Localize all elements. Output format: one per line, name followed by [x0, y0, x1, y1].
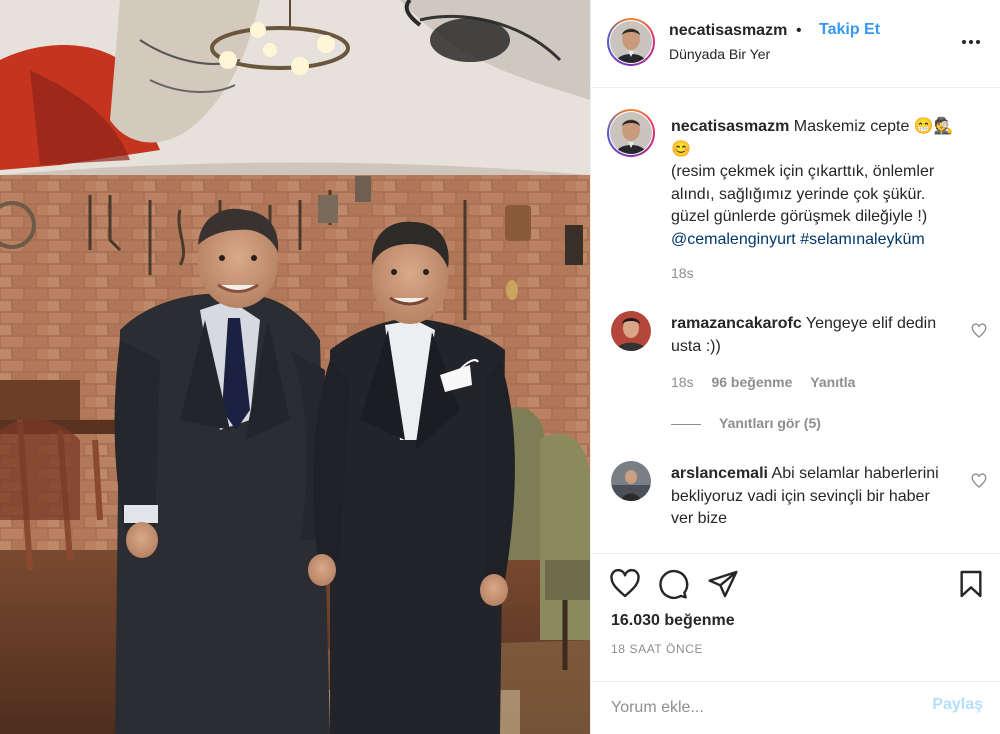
comment-meta: 18s 96 beğenme Yanıtla [671, 374, 855, 390]
caption-author-avatar[interactable] [607, 109, 655, 157]
caption-username[interactable]: necatisasmazm [671, 118, 789, 135]
heart-icon[interactable] [609, 568, 641, 600]
comment-like-heart-icon[interactable] [971, 473, 987, 489]
comment-input[interactable] [611, 692, 911, 724]
post-comment-button[interactable]: Paylaş [932, 696, 983, 714]
separator-dot: • [796, 22, 802, 39]
caption-line-4: güzel günlerde görüşmek dileğiyle !) [671, 208, 928, 225]
post-timestamp[interactable]: 18 SAAT ÖNCE [611, 642, 703, 656]
replies-divider-line [671, 423, 701, 425]
comment-text: arslancemali Abi selamlar haberlerini be… [671, 463, 951, 531]
follow-button[interactable]: Takip Et [819, 21, 880, 39]
post-side-panel: necatisasmazm • Takip Et Dünyada Bir Yer [590, 0, 1000, 734]
bookmark-icon[interactable] [955, 568, 987, 600]
comments-list[interactable]: necatisasmazm Maskemiz cepte 😁🕵️ 😊 (resi… [591, 89, 1000, 552]
comment-icon[interactable] [657, 568, 689, 600]
post-actions: 16.030 beğenme 18 SAAT ÖNCE [591, 553, 1000, 681]
post-photo[interactable] [0, 0, 590, 734]
caption-line-2: 😊 [671, 140, 691, 158]
avatar[interactable] [610, 112, 652, 154]
comment-time[interactable]: 18s [671, 374, 694, 390]
caption-mention[interactable]: @cemalenginyurt [671, 231, 796, 248]
post-photo-illustration [0, 0, 590, 734]
post-location[interactable]: Dünyada Bir Yer [669, 46, 770, 62]
comment-avatar[interactable] [611, 461, 651, 501]
comment-username[interactable]: arslancemali [671, 465, 768, 482]
story-ring[interactable] [607, 18, 655, 66]
add-comment-bar: Paylaş [591, 681, 1000, 734]
avatar[interactable] [610, 21, 652, 63]
view-replies-label: Yanıtları gör (5) [719, 415, 821, 431]
caption-line-1: Maskemiz cepte 😁🕵️ [793, 118, 954, 135]
comment-username[interactable]: ramazancakarofc [671, 315, 802, 332]
comment-avatar[interactable] [611, 311, 651, 351]
comment-likes[interactable]: 96 beğenme [711, 374, 792, 390]
send-icon[interactable] [707, 568, 739, 600]
post-caption: necatisasmazm Maskemiz cepte 😁🕵️ 😊 (resi… [671, 116, 981, 251]
post-author-username[interactable]: necatisasmazm [669, 22, 787, 40]
caption-hashtag[interactable]: #selamınaleyküm [800, 231, 925, 248]
likes-count[interactable]: 16.030 beğenme [611, 612, 735, 630]
view-replies-button[interactable]: Yanıtları gör (5) [671, 415, 821, 431]
comment-text: ramazancakarofc Yengeye elif dedin usta … [671, 313, 951, 358]
comment-like-heart-icon[interactable] [971, 323, 987, 339]
more-horizontal-icon[interactable] [959, 30, 983, 54]
reply-button[interactable]: Yanıtla [810, 374, 855, 390]
post-header: necatisasmazm • Takip Et Dünyada Bir Yer [591, 0, 1000, 88]
caption-timestamp[interactable]: 18s [671, 265, 694, 281]
caption-line-3: (resim çekmek için çıkarttık, önlemler a… [671, 163, 935, 203]
